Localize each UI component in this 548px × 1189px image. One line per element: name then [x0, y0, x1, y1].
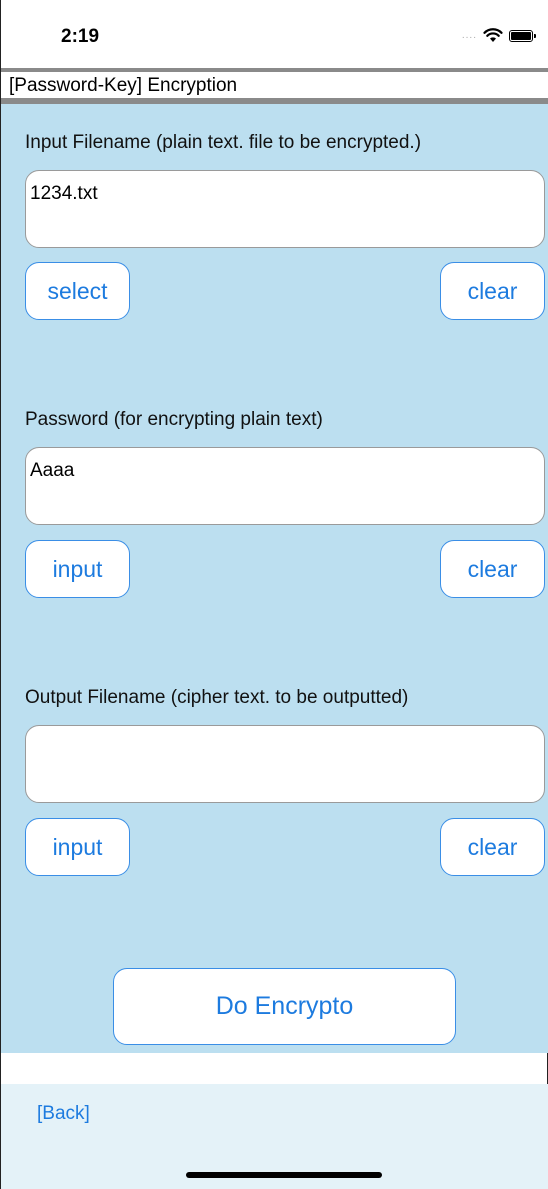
home-indicator[interactable] — [186, 1172, 382, 1178]
input-filename-field[interactable]: 1234.txt — [25, 170, 545, 248]
input-output-filename-button[interactable]: input — [25, 818, 130, 876]
status-icons: .... — [461, 28, 536, 43]
app-frame: 2:19 .... [Password-Key] Encryption Inpu… — [0, 0, 548, 1189]
status-time: 2:19 — [61, 26, 100, 47]
password-label: Password (for encrypting plain text) — [25, 409, 323, 430]
battery-icon — [509, 29, 536, 42]
signal-dots-icon: .... — [461, 30, 477, 41]
clear-password-button[interactable]: clear — [440, 540, 545, 598]
clear-input-filename-button[interactable]: clear — [440, 262, 545, 320]
title-bar: [Password-Key] Encryption — [1, 68, 548, 104]
do-encrypto-button[interactable]: Do Encrypto — [113, 968, 456, 1045]
bottom-bar: [Back] — [1, 1084, 548, 1189]
output-filename-label: Output Filename (cipher text. to be outp… — [25, 687, 409, 708]
back-link[interactable]: [Back] — [37, 1103, 90, 1125]
wifi-icon — [483, 28, 503, 42]
clear-output-filename-button[interactable]: clear — [440, 818, 545, 876]
main-content: Input Filename (plain text. file to be e… — [1, 104, 548, 1053]
page-title: [Password-Key] Encryption — [9, 75, 238, 96]
input-filename-label: Input Filename (plain text. file to be e… — [25, 132, 422, 153]
password-field[interactable]: Aaaa — [25, 447, 545, 525]
output-filename-field[interactable] — [25, 725, 545, 803]
select-file-button[interactable]: select — [25, 262, 130, 320]
input-password-button[interactable]: input — [25, 540, 130, 598]
status-bar: 2:19 .... — [1, 0, 548, 68]
